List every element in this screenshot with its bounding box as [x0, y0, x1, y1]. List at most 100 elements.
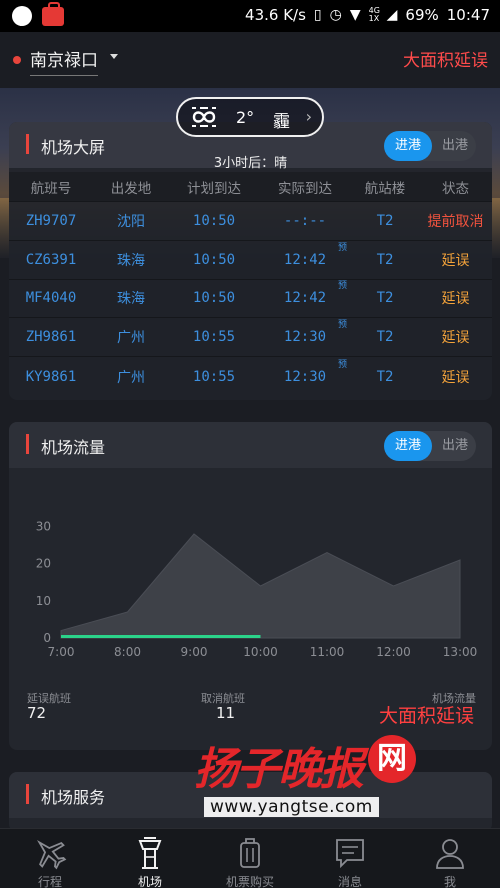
control-tower-icon — [138, 837, 162, 869]
plane-icon — [36, 839, 67, 870]
terminal: T2 — [376, 368, 394, 385]
planned-arrival: 10:50 — [192, 290, 236, 307]
services-title: 机场服务 — [41, 788, 106, 807]
y-tick-label: 10 — [36, 594, 51, 608]
toggle-departures[interactable]: 出港 — [442, 431, 468, 461]
flight-origin: 沈阳 — [117, 213, 145, 230]
column-header: 计划到达 — [187, 180, 241, 197]
message-icon — [336, 839, 364, 869]
app-header: 南京禄口 大面积延误 — [0, 32, 500, 88]
flow-direction-toggle[interactable]: 进港 出港 — [384, 431, 476, 461]
nav-item-airport[interactable]: 机场 — [100, 829, 200, 888]
nav-item-tickets[interactable]: 机票购买 — [200, 829, 300, 888]
actual-arrival: --:-- — [283, 212, 327, 229]
flight-origin: 广州 — [117, 330, 145, 347]
battery-level: 69% — [405, 6, 439, 24]
section-marker — [26, 784, 29, 804]
nav-item-me[interactable]: 我 — [400, 829, 500, 888]
vibrate-icon: ▯ — [313, 7, 322, 23]
table-row[interactable]: ZH9861 广州 10:55 12:30 预 T2 延误 — [9, 318, 492, 358]
flow-chart: 0 10 20 30 7:00 8:00 9:00 10:00 11:00 12:00 13:00 — [9, 468, 492, 688]
status-bar: 43.6 K/s ▯ ◷ ▼ 4G 1X ◢ 69% 10:47 — [0, 0, 500, 32]
actual-arrival: 12:30 预 — [259, 360, 351, 385]
flow-title: 机场流量 — [41, 438, 106, 457]
haze-icon — [192, 107, 216, 127]
nav-label: 机场 — [137, 875, 162, 888]
column-header: 航班号 — [30, 180, 72, 197]
luggage-icon — [240, 838, 260, 868]
clock: 10:47 — [446, 6, 490, 24]
column-header: 航站楼 — [364, 180, 406, 197]
x-tick-label: 7:00 — [48, 645, 75, 659]
actual-arrival: 12:42 预 — [259, 243, 351, 268]
nav-item-trips[interactable]: 行程 — [0, 829, 100, 888]
bottom-nav: 行程 机场 机票购买 消息 我 — [0, 828, 500, 888]
table-row[interactable]: CZ6391 珠海 10:50 12:42 预 T2 延误 — [9, 241, 492, 280]
x-tick-label: 10:00 — [243, 645, 278, 659]
flight-status: 延误 — [441, 369, 470, 386]
column-header: 出发地 — [110, 180, 152, 197]
person-icon — [436, 839, 464, 869]
section-marker — [26, 434, 29, 454]
terminal: T2 — [376, 212, 394, 229]
toggle-arrivals[interactable]: 进港 — [384, 431, 432, 461]
flight-status: 提前取消 — [427, 213, 484, 230]
y-tick-label: 0 — [43, 631, 51, 645]
airport-selector[interactable]: 南京禄口 — [30, 46, 98, 76]
net-speed: 43.6 K/s — [245, 6, 306, 24]
flight-board-table: 航班号 出发地 计划到达 实际到达 航站楼 状态 ZH9707 沈阳 10:50… — [9, 172, 492, 396]
flight-origin: 广州 — [117, 369, 145, 386]
delay-alert[interactable]: 大面积延误 — [403, 46, 488, 71]
x-tick-label: 9:00 — [181, 645, 208, 659]
table-row[interactable]: ZH9707 沈阳 10:50 --:-- T2 提前取消 — [9, 202, 492, 241]
x-tick-label: 8:00 — [114, 645, 141, 659]
flight-number: ZH9861 — [25, 329, 77, 346]
airport-board-card: 机场大屏 进港 出港 3小时后：晴 航班号 出发地 计划到达 实际到达 航站楼 … — [9, 122, 492, 400]
nav-item-messages[interactable]: 消息 — [300, 829, 400, 888]
estimated-tag: 预 — [337, 242, 347, 253]
column-header: 状态 — [442, 180, 469, 197]
planned-arrival: 10:50 — [192, 251, 236, 268]
table-row[interactable]: KY9861 广州 10:55 12:30 预 T2 延误 — [9, 357, 492, 396]
wifi-icon: ▼ — [349, 7, 361, 23]
watermark: 扬子晚报 网 www.yangtse.com — [190, 733, 420, 829]
nav-label: 机票购买 — [225, 875, 274, 888]
flight-number: MF4040 — [25, 290, 77, 307]
planned-arrival: 10:50 — [192, 212, 236, 229]
planned-arrival: 10:55 — [192, 368, 236, 385]
flow-chart-svg: 0 10 20 30 7:00 8:00 9:00 10:00 11:00 12:00 13:00 — [36, 520, 478, 659]
flight-number: CZ6391 — [25, 251, 77, 268]
nav-label: 消息 — [337, 875, 362, 888]
planned-arrival: 10:55 — [192, 329, 236, 346]
flow-area-series — [60, 533, 461, 639]
weather-temperature: 2° — [236, 108, 255, 127]
nav-label: 我 — [443, 875, 456, 888]
chevron-down-icon[interactable] — [110, 54, 118, 63]
x-tick-label: 13:00 — [443, 645, 478, 659]
flight-status: 延误 — [441, 252, 470, 269]
estimated-tag: 预 — [337, 359, 347, 370]
airport-flow-card: 机场流量 进港 出港 0 10 20 30 7:00 8:00 9:00 10:00 11:00… — [9, 422, 492, 750]
actual-arrival: 12:30 预 — [259, 320, 351, 345]
flight-status: 延误 — [441, 291, 470, 308]
section-marker — [26, 134, 29, 154]
y-tick-label: 30 — [36, 520, 51, 534]
watermark-brand: 扬子晚报 — [194, 744, 364, 795]
flight-origin: 珠海 — [117, 291, 145, 308]
estimated-tag: 预 — [337, 320, 347, 331]
signal-icon: ◢ — [386, 7, 398, 23]
weather-pill[interactable]: 2° 霾 › — [176, 97, 324, 137]
table-row[interactable]: MF4040 珠海 10:50 12:42 预 T2 延误 — [9, 280, 492, 319]
chevron-right-icon: › — [305, 107, 312, 126]
table-header: 航班号 出发地 计划到达 实际到达 航站楼 状态 — [9, 172, 492, 202]
terminal: T2 — [376, 251, 394, 268]
nav-label: 行程 — [37, 875, 62, 888]
flight-number: ZH9707 — [25, 212, 77, 229]
chat-bubble-icon — [12, 6, 32, 26]
bag-icon — [42, 2, 64, 26]
x-tick-label: 11:00 — [310, 645, 345, 659]
flight-status: 延误 — [441, 330, 470, 347]
alarm-icon: ◷ — [329, 7, 342, 23]
network-tag: 4G 1X — [368, 6, 380, 23]
weather-forecast: 3小时后：晴 — [213, 156, 288, 171]
